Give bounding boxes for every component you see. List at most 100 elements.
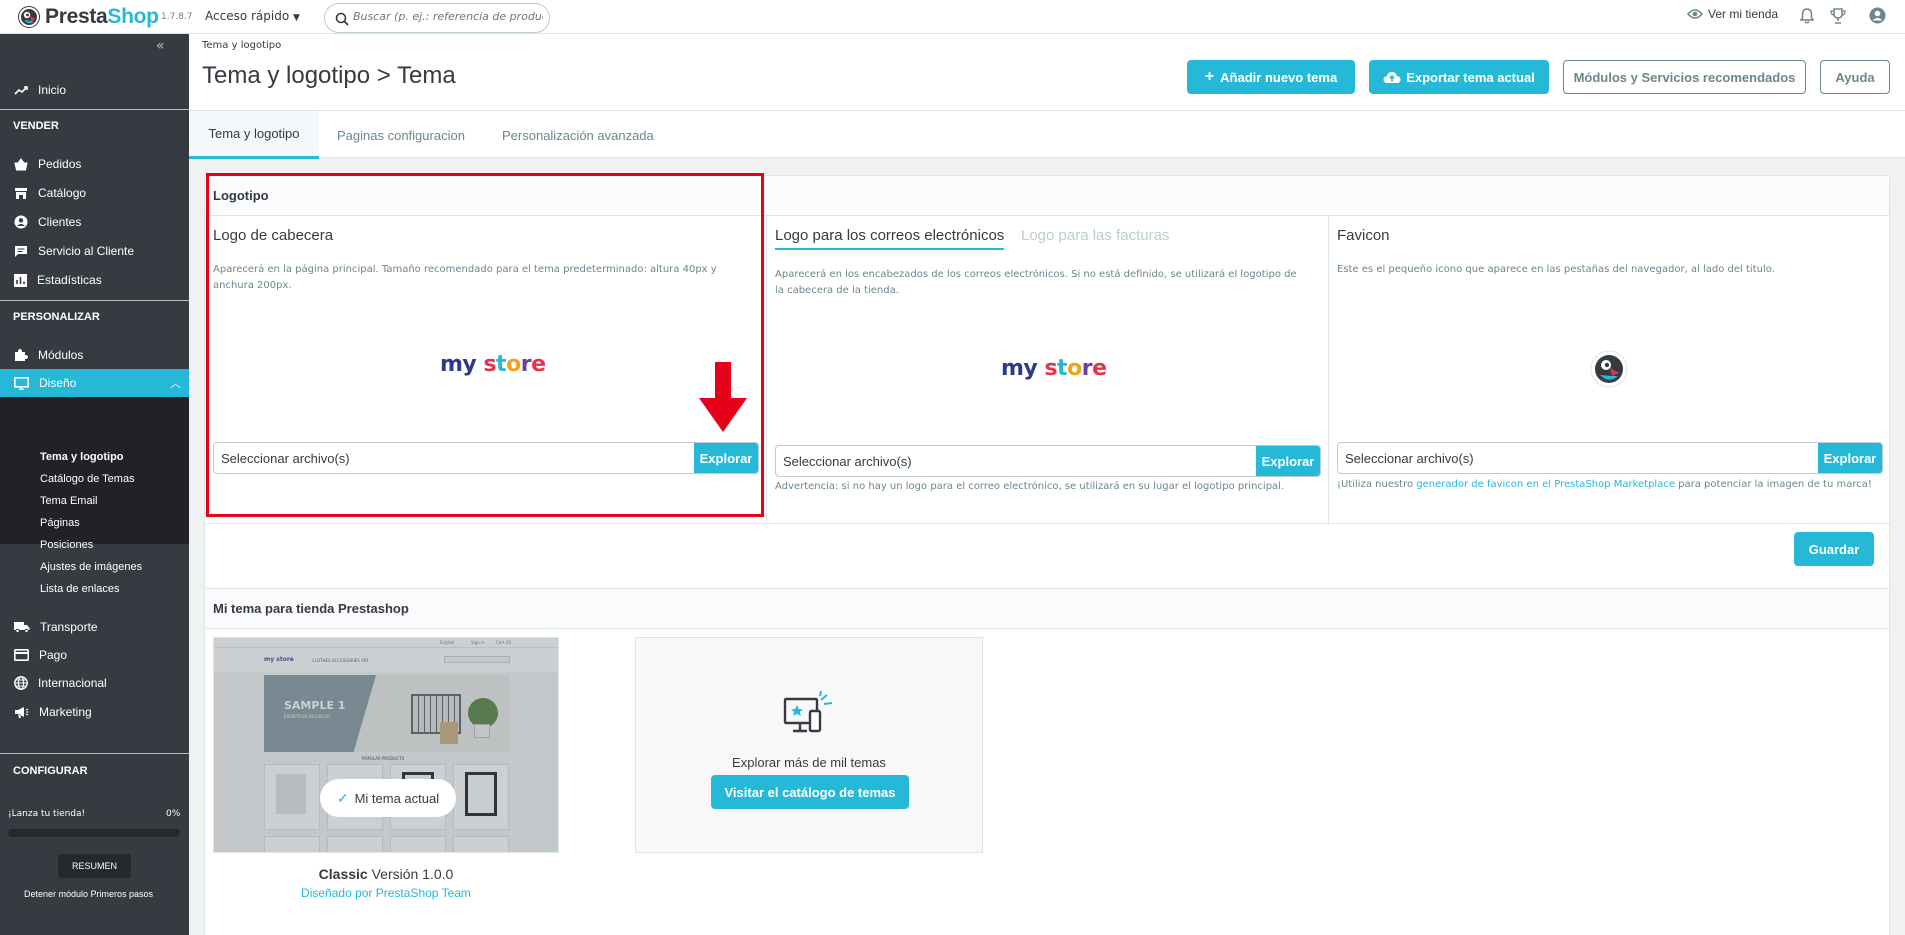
- highlight-box: [206, 173, 764, 517]
- sidebar-divider: [0, 300, 189, 301]
- sidebar-section-customize: PERSONALIZAR: [13, 311, 100, 323]
- explore-themes-text: Explorar más de mil temas: [732, 755, 886, 770]
- launch-percent: 0%: [166, 809, 181, 819]
- email-logo-browse-button[interactable]: Explorar: [1256, 446, 1320, 476]
- tab-advanced-customization[interactable]: Personalización avanzada: [502, 111, 654, 159]
- sidebar-section-configure: CONFIGURAR: [13, 765, 88, 777]
- account-icon[interactable]: [1869, 7, 1886, 24]
- favicon-file-input[interactable]: Seleccionar archivo(s) Explorar: [1337, 442, 1883, 474]
- sidebar-item-international[interactable]: Internacional: [0, 670, 189, 696]
- chat-icon: [15, 245, 27, 257]
- visit-theme-catalog-button[interactable]: Visitar el catálogo de temas: [711, 775, 909, 809]
- sidebar-item-home[interactable]: Inicio: [0, 77, 189, 103]
- email-logo-warning: Advertencia: si no hay un logo para el c…: [775, 481, 1285, 492]
- favicon-generator-link[interactable]: generador de favicon en el PrestaShop Ma…: [1416, 479, 1675, 490]
- view-store-link[interactable]: Ver mi tienda: [1687, 7, 1778, 21]
- quick-access-label: Acceso rápido: [205, 9, 290, 23]
- add-new-theme-button[interactable]: + Añadir nuevo tema: [1187, 60, 1355, 94]
- summary-button[interactable]: RESUMEN: [58, 854, 131, 878]
- prestashop-puffin-icon: [18, 6, 40, 28]
- brand-name: PrestaShop: [45, 5, 159, 28]
- theme-card: Mi tema para tienda Prestashop English S…: [204, 588, 1890, 935]
- tab-bar: Tema y logotipo Paginas configuracion Pe…: [189, 110, 1905, 159]
- search-bar[interactable]: [324, 3, 550, 33]
- export-theme-button[interactable]: Exportar tema actual: [1369, 60, 1549, 94]
- help-button[interactable]: Ayuda: [1820, 60, 1890, 94]
- file-placeholder: Seleccionar archivo(s): [1345, 450, 1474, 466]
- tab-pages-configuration[interactable]: Paginas configuracion: [337, 111, 465, 159]
- theme-version: Versión 1.0.0: [371, 866, 454, 882]
- sidebar-item-label: Pedidos: [38, 157, 82, 171]
- save-button[interactable]: Guardar: [1794, 532, 1874, 566]
- design-submenu: [0, 397, 189, 544]
- sidebar-item-shipping[interactable]: Transporte: [0, 614, 189, 640]
- favicon-browse-button[interactable]: Explorar: [1818, 443, 1882, 473]
- sidebar-item-design[interactable]: Diseño ︿: [0, 369, 189, 397]
- sidebar-item-label: Servicio al Cliente: [38, 244, 135, 258]
- card-footer-divider: [205, 523, 1891, 524]
- sidebar-item-label: Inicio: [38, 83, 67, 97]
- tab-label: Personalización avanzada: [502, 127, 654, 143]
- sidebar-item-label: Transporte: [40, 620, 98, 634]
- trending-up-icon: [14, 86, 28, 95]
- truck-icon: [14, 622, 30, 633]
- search-input[interactable]: [353, 10, 543, 23]
- recommended-modules-button[interactable]: Módulos y Servicios recomendados: [1563, 60, 1806, 94]
- megaphone-icon: [15, 706, 29, 718]
- sidebar-item-label: Estadísticas: [37, 273, 102, 287]
- tab-theme-logo[interactable]: Tema y logotipo: [189, 111, 319, 159]
- theme-author-link[interactable]: Diseñado por PrestaShop Team: [213, 886, 559, 900]
- version-label: 1.7.8.7: [161, 12, 193, 22]
- invoice-logo-tab[interactable]: Logo para las facturas: [1021, 227, 1169, 244]
- sidebar-section-sell: VENDER: [13, 120, 59, 132]
- favicon-note-text: para potenciar la imagen de tu marca!: [1674, 479, 1872, 490]
- globe-icon: [14, 676, 28, 690]
- tab-label: Paginas configuracion: [337, 127, 465, 143]
- submenu-item-theme-catalog[interactable]: Catálogo de Temas: [40, 473, 135, 485]
- submenu-item-pages[interactable]: Páginas: [40, 517, 80, 529]
- stop-onboarding-link[interactable]: Detener módulo Primeros pasos: [24, 889, 153, 899]
- favicon-note: ¡Utiliza nuestro generador de favicon en…: [1337, 477, 1872, 493]
- theme-preview[interactable]: English Sign in Cart (0) my store CLOTHE…: [213, 637, 559, 853]
- sidebar-item-customer-service[interactable]: Servicio al Cliente: [0, 238, 189, 264]
- submenu-item-image-settings[interactable]: Ajustes de imágenes: [40, 561, 142, 573]
- submenu-item-positions[interactable]: Posiciones: [40, 539, 93, 551]
- breadcrumb[interactable]: Tema y logotipo: [202, 40, 281, 51]
- top-bar: PrestaShop 1.7.8.7 Acceso rápido ▼ Ver m…: [0, 0, 1905, 34]
- quick-access-dropdown[interactable]: Acceso rápido ▼: [205, 9, 300, 23]
- account-circle-icon: [14, 215, 28, 229]
- sidebar-item-catalog[interactable]: Catálogo: [0, 180, 189, 206]
- sidebar-item-customers[interactable]: Clientes: [0, 209, 189, 235]
- theme-card-title: Mi tema para tienda Prestashop: [205, 589, 1889, 629]
- sidebar-item-orders[interactable]: Pedidos: [0, 151, 189, 177]
- favicon-title: Favicon: [1337, 227, 1390, 244]
- theme-name-line: Classic Versión 1.0.0: [213, 866, 559, 882]
- sidebar-divider: [0, 753, 189, 754]
- favicon-help: Este es el pequeño icono que aparece en …: [1337, 264, 1775, 275]
- submenu-item-link-list[interactable]: Lista de enlaces: [40, 583, 120, 595]
- sidebar-item-modules[interactable]: Módulos: [0, 342, 189, 368]
- submenu-item-email-theme[interactable]: Tema Email: [40, 495, 97, 507]
- caret-down-icon: ▼: [293, 13, 300, 23]
- sidebar-item-label: Módulos: [38, 348, 84, 362]
- preview-overlay: [214, 638, 558, 852]
- check-icon: ✓: [336, 789, 349, 806]
- submenu-item-theme-logo[interactable]: Tema y logotipo: [40, 451, 124, 463]
- file-placeholder: Seleccionar archivo(s): [783, 453, 912, 469]
- prestashop-logo[interactable]: PrestaShop: [18, 5, 159, 29]
- sidebar-item-stats[interactable]: Estadísticas: [0, 267, 189, 293]
- trophy-icon[interactable]: [1830, 8, 1846, 24]
- add-theme-label: Añadir nuevo tema: [1220, 69, 1338, 85]
- email-logo-preview: my store: [1001, 356, 1107, 381]
- notifications-bell-icon[interactable]: [1800, 8, 1814, 24]
- email-logo-file-input[interactable]: Seleccionar archivo(s) Explorar: [775, 445, 1321, 477]
- sidebar-item-marketing[interactable]: Marketing: [0, 699, 189, 725]
- current-theme-badge: ✓ Mi tema actual: [320, 779, 456, 817]
- sidebar-item-payment[interactable]: Pago: [0, 642, 189, 668]
- launch-progress-bar: [8, 829, 180, 837]
- theme-name: Classic: [318, 866, 368, 882]
- email-logo-tab[interactable]: Logo para los correos electrónicos: [775, 227, 1005, 250]
- bar-chart-icon: [14, 273, 27, 287]
- export-theme-label: Exportar tema actual: [1406, 69, 1535, 85]
- collapse-sidebar-icon[interactable]: «: [156, 38, 165, 54]
